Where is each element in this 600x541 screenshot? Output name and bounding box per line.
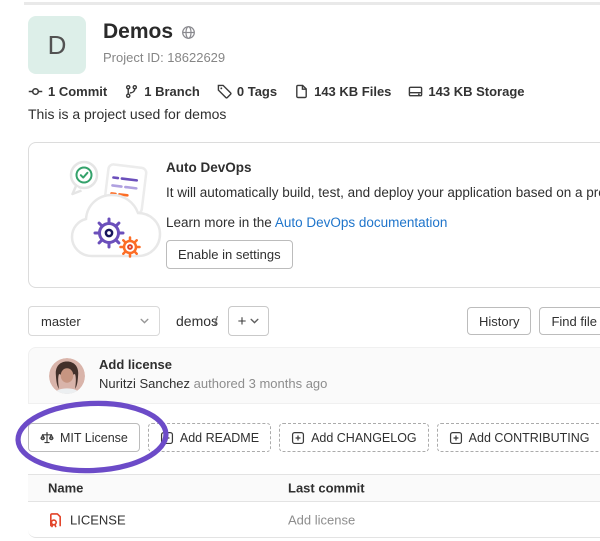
add-readme-label: Add README — [180, 431, 259, 445]
tag-icon — [217, 84, 232, 99]
find-file-label: Find file — [551, 314, 597, 329]
globe-icon — [181, 25, 196, 40]
add-contributing-label: Add CONTRIBUTING — [469, 431, 590, 445]
last-commit-bar: Add license Nuritzi Sanchez authored 3 m… — [28, 347, 600, 404]
branch-selector-value: master — [41, 314, 81, 329]
table-row[interactable]: LICENSE Add license — [28, 502, 600, 538]
find-file-button[interactable]: Find file — [539, 307, 600, 335]
project-title-text: Demos — [103, 20, 173, 44]
stat-files[interactable]: 143 KB Files — [294, 84, 391, 99]
commit-icon — [28, 84, 43, 99]
page-title: Demos — [103, 20, 196, 44]
enable-in-settings-button[interactable]: Enable in settings — [166, 240, 293, 269]
breadcrumb-separator: / — [214, 313, 218, 329]
stat-label: 143 KB Files — [314, 84, 391, 99]
commit-title[interactable]: Add license — [99, 357, 172, 372]
mit-license-button[interactable]: MIT License — [28, 423, 140, 452]
history-button[interactable]: History — [467, 307, 531, 335]
license-file-icon — [48, 512, 63, 527]
branch-icon — [124, 84, 139, 99]
stat-label: 0 Tags — [237, 84, 277, 99]
file-table: Name Last commit LICENSE Add license — [28, 474, 600, 538]
file-last-commit-cell[interactable]: Add license — [288, 512, 355, 527]
stat-storage[interactable]: 143 KB Storage — [408, 84, 524, 99]
stat-label: 143 KB Storage — [428, 84, 524, 99]
auto-devops-title: Auto DevOps — [166, 160, 252, 175]
chevron-down-icon — [250, 318, 259, 324]
plus-square-icon — [449, 431, 463, 445]
stat-tags[interactable]: 0 Tags — [217, 84, 277, 99]
file-name-cell[interactable]: LICENSE — [48, 512, 126, 527]
enable-in-settings-label: Enable in settings — [178, 247, 281, 262]
branch-selector[interactable]: master — [28, 306, 160, 336]
scale-icon — [40, 431, 54, 445]
stat-label: 1 Branch — [144, 84, 200, 99]
table-header-row: Name Last commit — [28, 474, 600, 502]
stat-branches[interactable]: 1 Branch — [124, 84, 200, 99]
storage-icon — [408, 84, 423, 99]
history-label: History — [479, 314, 519, 329]
project-description: This is a project used for demos — [28, 106, 226, 122]
add-file-dropdown-button[interactable]: + — [228, 306, 269, 336]
add-contributing-button[interactable]: Add CONTRIBUTING — [437, 423, 600, 452]
project-id: Project ID: 18622629 — [103, 50, 225, 65]
author-avatar-image — [49, 358, 85, 394]
column-header-name: Name — [48, 481, 83, 496]
column-header-last-commit: Last commit — [288, 481, 365, 496]
add-changelog-label: Add CHANGELOG — [311, 431, 417, 445]
commit-byline: Nuritzi Sanchez authored 3 months ago — [99, 376, 327, 391]
plus-icon: + — [238, 313, 247, 330]
tree-actions: History Find file — [467, 307, 600, 335]
mit-license-label: MIT License — [60, 431, 128, 445]
tab-bar-divider — [24, 2, 600, 5]
learn-more-prefix: Learn more in the — [166, 215, 275, 230]
commit-author[interactable]: Nuritzi Sanchez — [99, 376, 190, 391]
check-bubble — [71, 162, 97, 194]
file-name-label: LICENSE — [70, 512, 126, 527]
commit-meta: authored 3 months ago — [194, 376, 328, 391]
files-icon — [294, 84, 309, 99]
project-avatar: D — [28, 16, 86, 74]
project-stats: 1 Commit 1 Branch 0 Tags 143 KB Files 14… — [28, 84, 525, 99]
stat-commits[interactable]: 1 Commit — [28, 84, 107, 99]
auto-devops-doc-link[interactable]: Auto DevOps documentation — [275, 215, 448, 230]
auto-devops-illustration-icon — [62, 154, 172, 276]
suggested-files-row: MIT License Add README Add CHANGELOG Add… — [28, 423, 600, 452]
breadcrumb-project[interactable]: demos — [176, 313, 218, 329]
plus-square-icon — [291, 431, 305, 445]
project-avatar-letter: D — [48, 30, 67, 61]
auto-devops-body: It will automatically build, test, and d… — [166, 185, 600, 200]
stat-label: 1 Commit — [48, 84, 107, 99]
add-readme-button[interactable]: Add README — [148, 423, 271, 452]
plus-square-icon — [160, 431, 174, 445]
add-changelog-button[interactable]: Add CHANGELOG — [279, 423, 429, 452]
auto-devops-learn-more: Learn more in the Auto DevOps documentat… — [166, 215, 447, 230]
author-avatar — [49, 358, 85, 394]
chevron-down-icon — [140, 318, 149, 324]
